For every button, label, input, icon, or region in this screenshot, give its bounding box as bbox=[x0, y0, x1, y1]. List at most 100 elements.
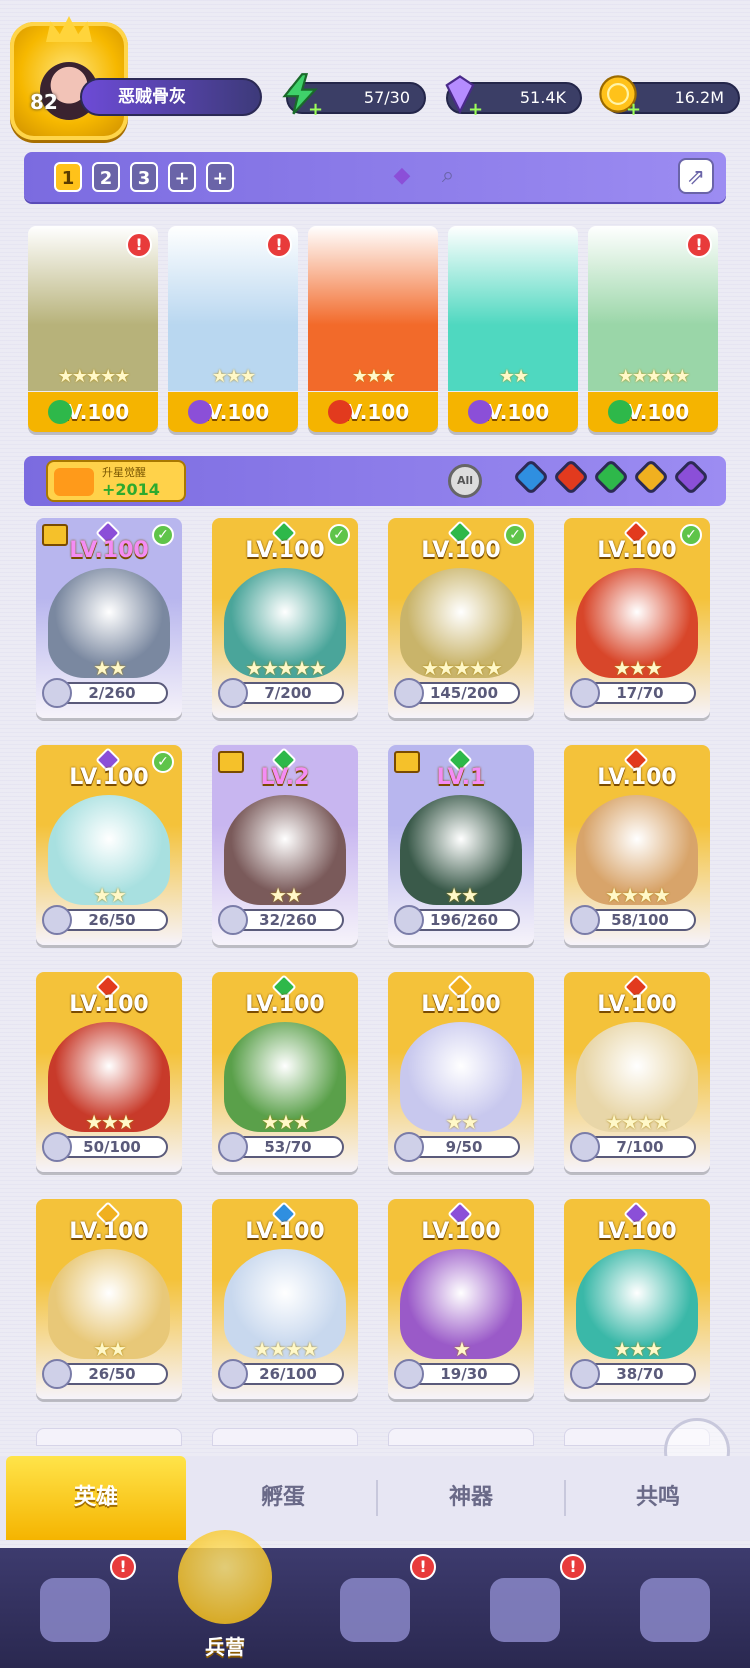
shard-progress: 38/70 bbox=[584, 1363, 696, 1385]
hero-card[interactable]: LV.100 ★★★ 53/70 bbox=[212, 972, 358, 1172]
shard-progress: 17/70 bbox=[584, 682, 696, 704]
hero-card[interactable]: LV.100 ★★ 26/50 bbox=[36, 1199, 182, 1399]
hero-level: LV.100 bbox=[36, 1219, 182, 1244]
hero-card[interactable]: ✓LV.100 ★★★★★ 7/200 bbox=[212, 518, 358, 718]
upgrade-awaken-button[interactable]: 升星觉醒 +2014 bbox=[46, 460, 186, 502]
gold-resource[interactable]: + 16.2M bbox=[604, 82, 740, 114]
hero-card[interactable]: LV.100 ★★★★ 26/100 bbox=[212, 1199, 358, 1399]
element-filter-icon[interactable]: ◆ bbox=[384, 158, 420, 194]
hero-stars: ★★★★ bbox=[212, 1337, 358, 1361]
hero-card[interactable]: LV.100 ★★★★ 7/100 bbox=[564, 972, 710, 1172]
shard-icon bbox=[394, 1359, 424, 1389]
tab-resonance[interactable]: 共鸣 bbox=[566, 1456, 750, 1540]
gem-value: 51.4K bbox=[520, 88, 566, 107]
hero-level: LV.100 bbox=[564, 538, 710, 563]
shard-progress: 26/100 bbox=[232, 1363, 344, 1385]
hero-card[interactable]: LV.100 ★★★ 50/100 bbox=[36, 972, 182, 1172]
hero-stars: ★★★ bbox=[564, 656, 710, 680]
hero-stars: ★★★★★ bbox=[28, 366, 158, 387]
hero-card[interactable]: LV.100 ★★ 9/50 bbox=[388, 972, 534, 1172]
hero-level: LV.100 bbox=[564, 765, 710, 790]
shard-progress: 145/200 bbox=[408, 682, 520, 704]
team-tab-1[interactable]: 1 bbox=[54, 162, 82, 192]
nav-guild[interactable] bbox=[600, 1548, 750, 1668]
team-tab-add-1[interactable]: + bbox=[168, 162, 196, 192]
energy-value: 57/30 bbox=[364, 88, 410, 107]
awaken-icon bbox=[54, 468, 94, 496]
player-level: 82 bbox=[30, 90, 58, 114]
team-tab-add-2[interactable]: + bbox=[206, 162, 234, 192]
element-icon bbox=[188, 400, 212, 424]
share-icon[interactable]: ⇗ bbox=[678, 158, 714, 194]
hero-card[interactable]: LV.2 ★★ 32/260 bbox=[212, 745, 358, 945]
hero-stars: ★★ bbox=[212, 883, 358, 907]
shard-icon bbox=[218, 678, 248, 708]
hero-stars: ★★ bbox=[36, 656, 182, 680]
hero-card-peek bbox=[36, 1428, 182, 1446]
add-gold-icon[interactable]: + bbox=[626, 96, 641, 124]
hero-level-bar: LV.100 bbox=[168, 392, 298, 432]
hero-stars: ★★ bbox=[36, 883, 182, 907]
shard-icon bbox=[218, 1359, 248, 1389]
alert-badge: ! bbox=[126, 232, 152, 258]
book-icon bbox=[340, 1578, 410, 1642]
hero-stars: ★★★★★ bbox=[388, 656, 534, 680]
add-energy-icon[interactable]: + bbox=[308, 96, 323, 124]
shard-icon bbox=[570, 678, 600, 708]
shard-icon bbox=[394, 1132, 424, 1162]
hero-stars: ★ bbox=[388, 1337, 534, 1361]
hero-stars: ★★ bbox=[388, 883, 534, 907]
search-icon[interactable]: ⌕ bbox=[430, 158, 466, 194]
energy-resource[interactable]: + 57/30 bbox=[286, 82, 426, 114]
team-hero-card[interactable]: ★★★ LV.100 ! bbox=[168, 226, 298, 432]
add-gems-icon[interactable]: + bbox=[468, 96, 483, 124]
tab-artifacts[interactable]: 神器 bbox=[378, 1456, 564, 1540]
hero-card[interactable]: LV.100 ★★★★ 58/100 bbox=[564, 745, 710, 945]
hero-card[interactable]: ✓LV.100 ★★ 26/50 bbox=[36, 745, 182, 945]
shard-progress: 9/50 bbox=[408, 1136, 520, 1158]
nav-cards[interactable]: ! bbox=[0, 1548, 150, 1668]
player-name-pill[interactable]: 恶贼骨灰 bbox=[80, 78, 262, 116]
shard-icon bbox=[570, 1132, 600, 1162]
gem-resource[interactable]: + 51.4K bbox=[446, 82, 582, 114]
hero-stars: ★★★★★ bbox=[212, 656, 358, 680]
team-hero-card[interactable]: ★★★★★ LV.100 ! bbox=[588, 226, 718, 432]
hero-card[interactable]: ✓LV.100 ★★ 2/260 bbox=[36, 518, 182, 718]
hero-card[interactable]: LV.100 ★ 19/30 bbox=[388, 1199, 534, 1399]
alert-badge: ! bbox=[110, 1554, 136, 1580]
shard-icon bbox=[42, 1132, 72, 1162]
hero-stars: ★★★ bbox=[564, 1337, 710, 1361]
nav-barracks-label: 兵营 bbox=[150, 1631, 300, 1660]
filter-all-button[interactable]: All bbox=[448, 464, 482, 498]
nav-shop[interactable]: ! bbox=[450, 1548, 600, 1668]
nav-book[interactable]: ! bbox=[300, 1548, 450, 1668]
hero-level: LV.100 bbox=[36, 992, 182, 1017]
team-hero-card[interactable]: ★★ LV.100 bbox=[448, 226, 578, 432]
hero-level-bar: LV.100 bbox=[308, 392, 438, 432]
hero-level: LV.100 bbox=[212, 538, 358, 563]
team-tab-3[interactable]: 3 bbox=[130, 162, 158, 192]
guild-icon bbox=[640, 1578, 710, 1642]
shard-icon bbox=[570, 905, 600, 935]
shard-icon bbox=[42, 678, 72, 708]
hero-level: LV.100 bbox=[388, 538, 534, 563]
shard-progress: 26/50 bbox=[56, 1363, 168, 1385]
hero-card[interactable]: LV.1 ★★ 196/260 bbox=[388, 745, 534, 945]
hero-card[interactable]: ✓LV.100 ★★★★★ 145/200 bbox=[388, 518, 534, 718]
team-tab-2[interactable]: 2 bbox=[92, 162, 120, 192]
element-icon bbox=[48, 400, 72, 424]
hero-level: LV.100 bbox=[212, 1219, 358, 1244]
nav-barracks[interactable]: 兵营 bbox=[150, 1520, 300, 1668]
shard-icon bbox=[218, 905, 248, 935]
hero-stars: ★★★ bbox=[168, 366, 298, 387]
hero-card[interactable]: ✓LV.100 ★★★ 17/70 bbox=[564, 518, 710, 718]
hero-card[interactable]: LV.100 ★★★ 38/70 bbox=[564, 1199, 710, 1399]
player-name: 恶贼骨灰 bbox=[118, 87, 186, 107]
team-hero-card[interactable]: ★★★★★ LV.100 ! bbox=[28, 226, 158, 432]
alert-badge: ! bbox=[410, 1554, 436, 1580]
team-hero-card[interactable]: ★★★ LV.100 bbox=[308, 226, 438, 432]
shard-icon bbox=[42, 905, 72, 935]
shard-icon bbox=[42, 1359, 72, 1389]
element-icon bbox=[608, 400, 632, 424]
hero-stars: ★★★★ bbox=[564, 1110, 710, 1134]
